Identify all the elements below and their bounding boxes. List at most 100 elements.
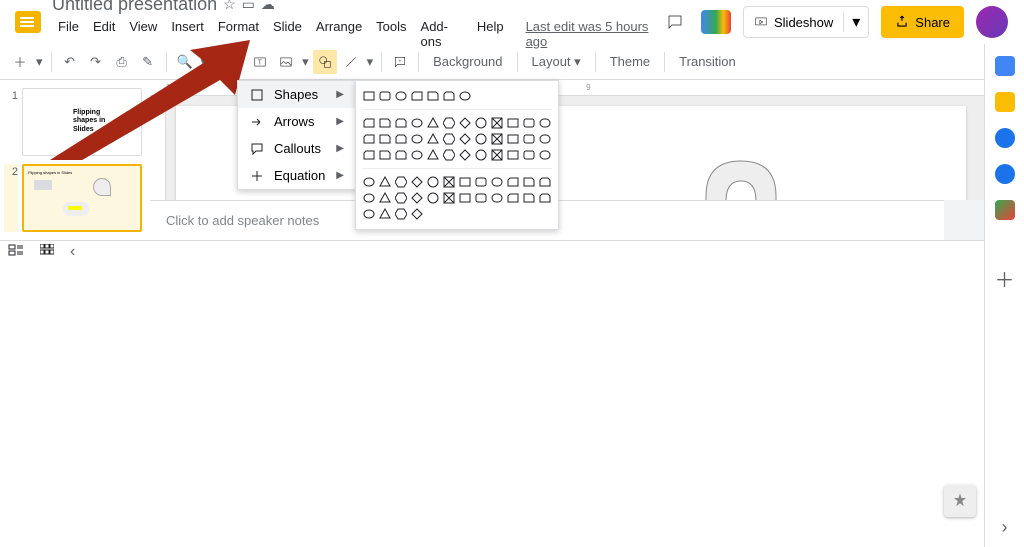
shape-option[interactable] (458, 148, 472, 162)
shape-option[interactable] (506, 132, 520, 146)
shape-option[interactable] (378, 175, 392, 189)
zoom-button[interactable]: 🔍 (173, 50, 197, 74)
shape-option[interactable] (442, 116, 456, 130)
select-tool[interactable] (222, 50, 246, 74)
shape-option[interactable] (426, 175, 440, 189)
slide-thumbnail-1[interactable]: 1 Flipping shapes in Slides (4, 88, 146, 156)
shape-option[interactable] (506, 116, 520, 130)
shape-option[interactable] (362, 132, 376, 146)
shape-option[interactable] (442, 148, 456, 162)
shape-option[interactable] (458, 132, 472, 146)
shape-option[interactable] (426, 132, 440, 146)
shape-option[interactable] (442, 132, 456, 146)
shape-option[interactable] (522, 132, 536, 146)
explore-button[interactable] (944, 485, 976, 517)
slide-thumbnail-2[interactable]: 2 Flipping shapes in Slides (4, 164, 146, 232)
hide-panel-icon[interactable]: › (993, 515, 1017, 539)
shape-option[interactable] (442, 89, 456, 103)
shape-option[interactable] (458, 175, 472, 189)
tasks-icon[interactable] (995, 128, 1015, 148)
app-logo[interactable] (8, 2, 48, 42)
image-dropdown[interactable]: ▾ (300, 50, 311, 74)
zoom-dropdown[interactable]: ▾ (199, 50, 210, 74)
shape-option[interactable] (394, 132, 408, 146)
background-button[interactable]: Background (425, 54, 510, 69)
print-button[interactable]: ⎙ (110, 50, 134, 74)
shape-option[interactable] (362, 89, 376, 103)
slideshow-dropdown[interactable]: ▾ (843, 12, 868, 32)
shape-option[interactable] (490, 132, 504, 146)
shape-option[interactable] (394, 191, 408, 205)
shape-option[interactable] (410, 191, 424, 205)
shape-u-turn-arrow[interactable] (666, 146, 796, 200)
undo-button[interactable]: ↶ (58, 50, 82, 74)
shape-option[interactable] (378, 89, 392, 103)
shape-tool[interactable] (313, 50, 337, 74)
shape-menu-equation[interactable]: Equation ▶ (238, 162, 356, 189)
line-tool[interactable] (339, 50, 363, 74)
shape-option[interactable] (378, 132, 392, 146)
meet-icon[interactable] (701, 10, 731, 34)
contacts-icon[interactable] (995, 164, 1015, 184)
shape-option[interactable] (506, 191, 520, 205)
shape-option[interactable] (394, 148, 408, 162)
slideshow-button[interactable]: Slideshow ▾ (743, 6, 869, 38)
shape-option[interactable] (362, 148, 376, 162)
shape-option[interactable] (506, 175, 520, 189)
account-avatar[interactable] (976, 6, 1008, 38)
shape-option[interactable] (362, 207, 376, 221)
textbox-tool[interactable]: T (248, 50, 272, 74)
move-icon[interactable]: ▭ (242, 0, 255, 13)
shape-menu-shapes[interactable]: Shapes ▶ (238, 81, 356, 108)
shape-option[interactable] (538, 116, 552, 130)
shape-menu-arrows[interactable]: Arrows ▶ (238, 108, 356, 135)
shape-option[interactable] (490, 116, 504, 130)
shape-option[interactable] (522, 116, 536, 130)
shape-option[interactable] (522, 191, 536, 205)
filmstrip-view-icon[interactable] (8, 243, 24, 261)
shape-option[interactable] (442, 191, 456, 205)
shape-option[interactable] (474, 191, 488, 205)
shape-option[interactable] (362, 191, 376, 205)
shape-option[interactable] (394, 175, 408, 189)
collapse-filmstrip-icon[interactable]: ‹ (70, 243, 75, 261)
doc-title[interactable]: Untitled presentation (52, 0, 217, 15)
shape-option[interactable] (442, 175, 456, 189)
calendar-icon[interactable] (995, 56, 1015, 76)
shape-option[interactable] (378, 191, 392, 205)
shape-option[interactable] (410, 207, 424, 221)
comments-icon[interactable] (661, 8, 689, 36)
theme-button[interactable]: Theme (602, 54, 658, 69)
shape-option[interactable] (522, 175, 536, 189)
shape-option[interactable] (490, 175, 504, 189)
transition-button[interactable]: Transition (671, 54, 744, 69)
shape-option[interactable] (410, 116, 424, 130)
shape-option[interactable] (458, 89, 472, 103)
shape-option[interactable] (410, 175, 424, 189)
shape-option[interactable] (474, 116, 488, 130)
shape-option[interactable] (458, 191, 472, 205)
shape-menu-callouts[interactable]: Callouts ▶ (238, 135, 356, 162)
line-dropdown[interactable]: ▾ (365, 50, 376, 74)
redo-button[interactable]: ↷ (84, 50, 108, 74)
star-icon[interactable]: ☆ (223, 0, 236, 13)
shape-option[interactable] (506, 148, 520, 162)
new-slide-button[interactable]: ＋ (8, 50, 32, 74)
paint-format-button[interactable]: ✎ (136, 50, 160, 74)
shape-option[interactable] (426, 148, 440, 162)
shape-option[interactable] (410, 132, 424, 146)
cloud-status-icon[interactable]: ☁ (261, 0, 275, 13)
shape-option[interactable] (378, 148, 392, 162)
share-button[interactable]: Share (881, 6, 964, 38)
shape-option[interactable] (538, 191, 552, 205)
shape-option[interactable] (458, 116, 472, 130)
comment-button[interactable]: + (388, 50, 412, 74)
shape-option[interactable] (426, 191, 440, 205)
shape-option[interactable] (538, 148, 552, 162)
add-addon-icon[interactable]: ＋ (995, 264, 1015, 293)
layout-button[interactable]: Layout ▾ (524, 54, 589, 70)
shape-option[interactable] (410, 148, 424, 162)
shape-option[interactable] (538, 175, 552, 189)
image-tool[interactable] (274, 50, 298, 74)
shape-option[interactable] (522, 148, 536, 162)
